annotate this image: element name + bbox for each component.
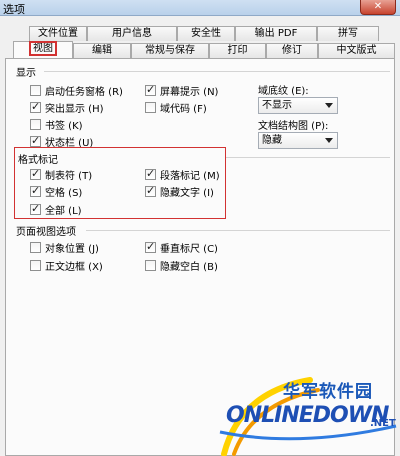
checkbox-box[interactable]	[145, 184, 156, 197]
checkbox-box[interactable]	[145, 260, 156, 271]
tab-characters-checkbox[interactable]: 制表符 (T)	[30, 167, 92, 182]
dropdown-arrow-icon	[325, 103, 333, 108]
checkbox-box[interactable]	[30, 242, 41, 253]
close-icon: ✕	[373, 1, 383, 12]
tab-file-locations[interactable]: 文件位置	[29, 26, 87, 41]
checkbox-box[interactable]	[145, 167, 156, 180]
all-marks-checkbox[interactable]: 全部 (L)	[30, 202, 82, 217]
field-shading-select[interactable]: 不显示	[258, 97, 338, 114]
spaces-checkbox[interactable]: 空格 (S)	[30, 184, 82, 199]
checkbox-box[interactable]	[30, 167, 41, 180]
tab-edit[interactable]: 编辑	[73, 43, 131, 58]
tab-chinese-layout[interactable]: 中文版式	[318, 43, 395, 58]
tab-track-changes[interactable]: 修订	[266, 43, 318, 58]
window-title: 选项	[3, 3, 25, 16]
watermark-en-text: ONLINEDOWN	[226, 403, 389, 428]
tab-output-pdf[interactable]: 输出 PDF	[235, 26, 317, 41]
tab-print[interactable]: 打印	[209, 43, 266, 58]
checkbox-box[interactable]	[30, 260, 41, 271]
tab-security[interactable]: 安全性	[177, 26, 235, 41]
onlinedown-watermark: 华军软件园 ONLINEDOWN .NET	[218, 374, 400, 456]
checkbox-box[interactable]	[30, 100, 41, 113]
checkbox-box[interactable]	[30, 202, 41, 215]
watermark-cn-text: 华军软件园	[283, 382, 373, 402]
display-divider	[44, 71, 390, 72]
watermark-net-text: .NET	[370, 418, 396, 429]
bookmarks-checkbox[interactable]: 书签 (K)	[30, 117, 83, 132]
checkbox-box[interactable]	[30, 134, 41, 147]
format-marks-divider	[226, 157, 390, 158]
tab-spelling[interactable]: 拼写	[317, 26, 379, 41]
title-bar: 选项 ✕	[0, 0, 400, 16]
checkbox-box[interactable]	[145, 83, 156, 96]
startup-task-pane-checkbox[interactable]: 启动任务窗格 (R)	[30, 83, 123, 98]
format-marks-section-title: 格式标记	[18, 155, 58, 166]
checkbox-box[interactable]	[30, 184, 41, 197]
page-view-divider	[86, 230, 390, 231]
hidden-text-checkbox[interactable]: 隐藏文字 (I)	[145, 184, 214, 199]
screen-tips-checkbox[interactable]: 屏幕提示 (N)	[145, 83, 218, 98]
dropdown-arrow-icon	[325, 138, 333, 143]
object-anchors-checkbox[interactable]: 对象位置 (J)	[30, 240, 99, 255]
doc-map-select[interactable]: 隐藏	[258, 132, 338, 149]
text-boundaries-checkbox[interactable]: 正文边框 (X)	[30, 258, 103, 273]
field-shading-label: 域底纹 (E):	[258, 86, 309, 97]
tab-view[interactable]: 视图	[13, 41, 73, 58]
display-section-title: 显示	[16, 68, 36, 79]
paragraph-marks-checkbox[interactable]: 段落标记 (M)	[145, 167, 220, 182]
close-button[interactable]: ✕	[360, 0, 396, 15]
highlight-checkbox[interactable]: 突出显示 (H)	[30, 100, 104, 115]
checkbox-box[interactable]	[145, 240, 156, 253]
page-view-section-title: 页面视图选项	[16, 227, 76, 238]
checkbox-box[interactable]	[30, 85, 41, 96]
hide-whitespace-checkbox[interactable]: 隐藏空白 (B)	[145, 258, 218, 273]
tab-general-save[interactable]: 常规与保存	[131, 43, 209, 58]
checkbox-box[interactable]	[145, 102, 156, 113]
tab-user-info[interactable]: 用户信息	[87, 26, 177, 41]
field-codes-checkbox[interactable]: 域代码 (F)	[145, 100, 207, 115]
doc-map-label: 文档结构图 (P):	[258, 121, 329, 132]
vertical-ruler-checkbox[interactable]: 垂直标尺 (C)	[145, 240, 218, 255]
checkbox-box[interactable]	[30, 119, 41, 130]
